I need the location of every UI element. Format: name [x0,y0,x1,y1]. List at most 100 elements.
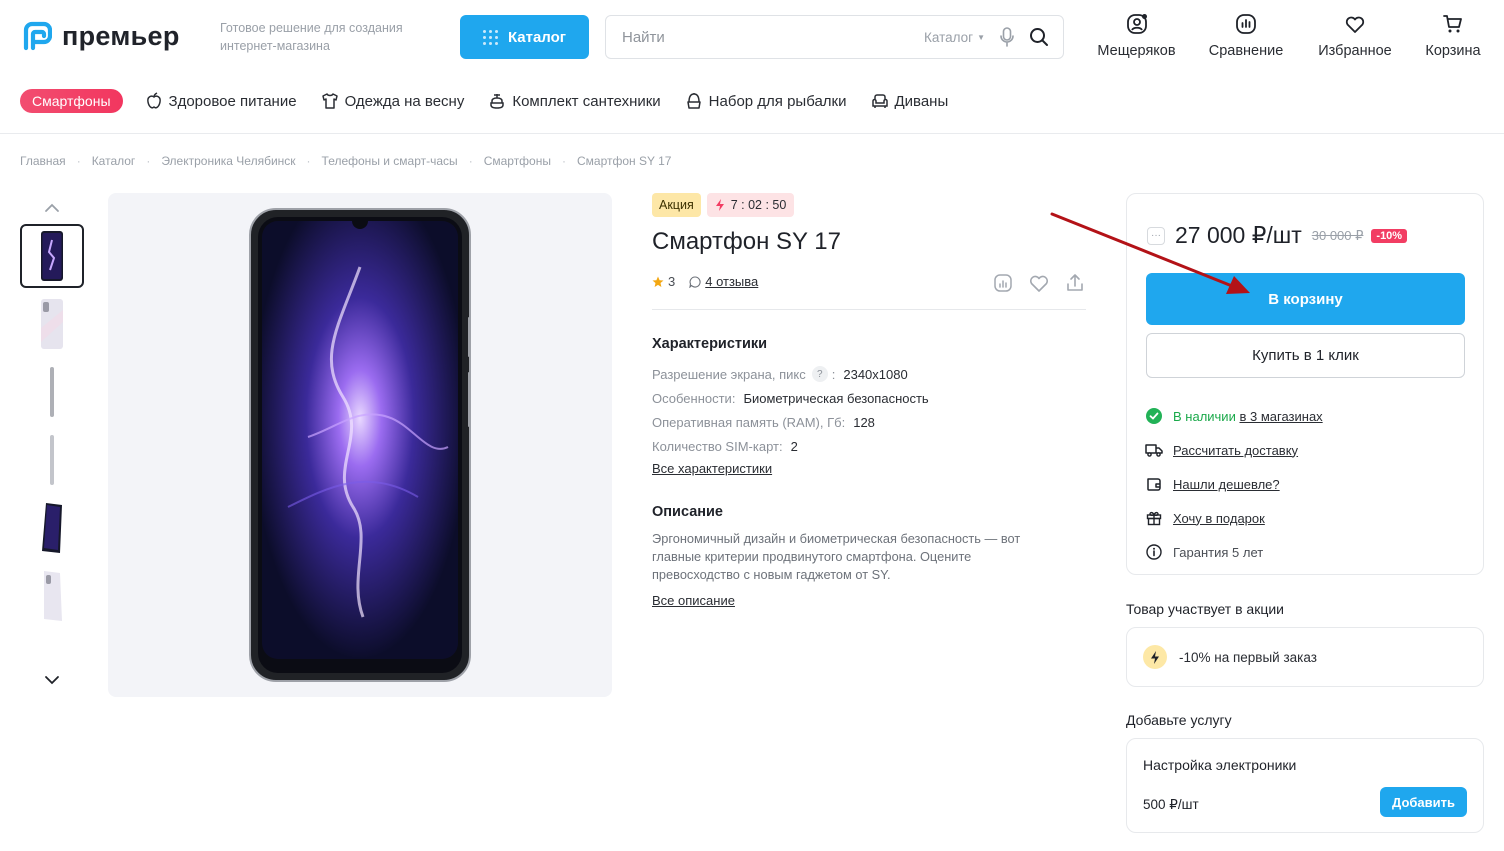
promo-title: Товар участвует в акции [1126,601,1284,617]
quick-link-label: Комплект сантехники [512,92,661,110]
buy-one-click-button[interactable]: Купить в 1 клик [1146,333,1465,378]
delivery-row[interactable]: Рассчитать доставку [1145,433,1323,467]
wallet-icon [1145,475,1163,493]
spec-value: 2 [790,438,798,454]
quick-link-healthy-food[interactable]: Здоровое питание [145,92,297,110]
quick-link-spring-clothes[interactable]: Одежда на весну [321,92,465,110]
catalog-button[interactable]: Каталог [460,15,589,59]
buy-info-list: В наличии в 3 магазинах Рассчитать доста… [1145,399,1323,569]
compare-icon [1236,14,1256,34]
logo-text: премьер [62,20,180,51]
thumbnail-front[interactable] [20,224,84,288]
apple-icon [146,92,161,109]
search-scope-select[interactable]: Каталог ▼ [924,30,985,45]
reviews-link[interactable]: 4 отзыва [689,274,758,289]
favorites-label: Избранное [1318,43,1392,59]
spec-row: Количество SIM-карт : 2 [652,434,929,458]
spec-colon: : [841,414,846,430]
spec-name: Особенности [652,390,732,406]
service-title: Добавьте услугу [1126,712,1232,728]
service-card: Настройка электроники 500 ₽/шт Добавить [1126,738,1484,833]
breadcrumb: Главная · Каталог · Электроника Челябинс… [20,154,671,168]
delivery-link[interactable]: Рассчитать доставку [1173,443,1298,458]
thumbnail-back-silver[interactable] [20,292,84,356]
breadcrumb-smartphones[interactable]: Смартфоны [484,154,551,168]
quick-link-sofas[interactable]: Диваны [871,92,949,110]
quick-link-plumbing[interactable]: Комплект сантехники [488,92,661,110]
promo-text: -10% на первый заказ [1179,649,1317,665]
stock-stores-link[interactable]: в 3 магазинах [1239,409,1322,424]
thumbnail-side-1[interactable] [20,360,84,424]
favorites-link[interactable]: Избранное [1305,12,1405,59]
stock-status-label: В наличии [1173,408,1236,424]
search-input[interactable] [606,28,924,46]
specs-title: Характеристики [652,336,768,352]
logo[interactable]: премьер [20,20,180,52]
breadcrumb-home[interactable]: Главная [20,154,66,168]
quick-link-label: Набор для рыбалки [708,92,847,110]
thumbnail-back-angle[interactable] [20,564,84,628]
thumbnails-down-button[interactable] [20,668,84,692]
breadcrumb-phones[interactable]: Телефоны и смарт-часы [322,154,458,168]
chevron-down-icon [45,676,59,685]
search-bar: Каталог ▼ [605,15,1064,59]
star-icon [652,276,664,287]
gift-link[interactable]: Хочу в подарок [1173,511,1265,526]
cart-link[interactable]: Корзина [1408,12,1498,59]
cheaper-row[interactable]: Нашли дешевле? [1145,467,1323,501]
breadcrumb-catalog[interactable]: Каталог [92,154,136,168]
reviews-count: 4 отзыва [705,274,759,289]
warranty-row: Гарантия 5 лет [1145,535,1323,569]
product-photo[interactable] [108,193,612,697]
promo-card[interactable]: -10% на первый заказ [1126,627,1484,687]
stock-status: В наличии в 3 магазинах [1145,399,1323,433]
quick-link-fishing[interactable]: Набор для рыбалки [685,92,847,110]
compare-label: Сравнение [1208,43,1284,59]
spec-name: Количество SIM-карт [652,438,779,454]
compare-icon[interactable] [992,272,1014,294]
spec-value: 2340x1080 [843,366,908,382]
help-icon[interactable]: ? [811,366,828,382]
user-icon [1126,14,1147,34]
all-description-link[interactable]: Все описание [652,593,735,608]
more-icon[interactable]: ··· [1147,226,1165,245]
heart-icon[interactable] [1028,272,1050,294]
phone-front-image [41,231,63,281]
search-scope-label: Каталог [924,29,974,45]
share-icon[interactable] [1064,272,1086,294]
product-actions [992,272,1086,294]
service-price: 500 ₽/шт [1143,797,1199,812]
thumbnail-strip [20,196,84,692]
breadcrumb-electronics[interactable]: Электроника Челябинск [161,154,295,168]
grid-icon [482,29,498,45]
breadcrumb-separator: · [306,154,311,168]
lightning-icon [1143,645,1167,669]
fishing-icon [686,93,701,109]
compare-link[interactable]: Сравнение [1187,12,1305,59]
thumbnail-front-angle[interactable] [20,496,84,560]
spec-colon: : [731,390,736,406]
info-icon [1145,543,1163,561]
spec-colon: : [831,366,836,382]
quick-link-label: Одежда на весну [344,92,465,110]
add-service-button[interactable]: Добавить [1380,787,1467,817]
shirt-icon [321,93,338,109]
gift-row[interactable]: Хочу в подарок [1145,501,1323,535]
search-icon[interactable] [1029,27,1049,47]
quick-link-label: Диваны [894,92,949,110]
add-to-cart-button[interactable]: В корзину [1146,273,1465,325]
quick-link-smartphones[interactable]: Смартфоны [20,89,123,113]
microphone-icon[interactable] [999,27,1015,47]
all-specs-link[interactable]: Все характеристики [652,461,772,476]
meta-divider [652,309,1086,310]
spec-value: Биометрическая безопасность [743,390,929,406]
thumbnail-side-2[interactable] [20,428,84,492]
spec-colon: : [778,438,783,454]
thumbnails-up-button[interactable] [20,196,84,220]
breadcrumb-separator: · [468,154,473,168]
account-link[interactable]: Мещеряков [1086,12,1187,59]
quick-link-label: Здоровое питание [168,92,297,110]
discount-badge: -10% [1371,228,1408,243]
price: 27 000 ₽/шт [1175,222,1302,248]
cheaper-link[interactable]: Нашли дешевле? [1173,477,1280,492]
